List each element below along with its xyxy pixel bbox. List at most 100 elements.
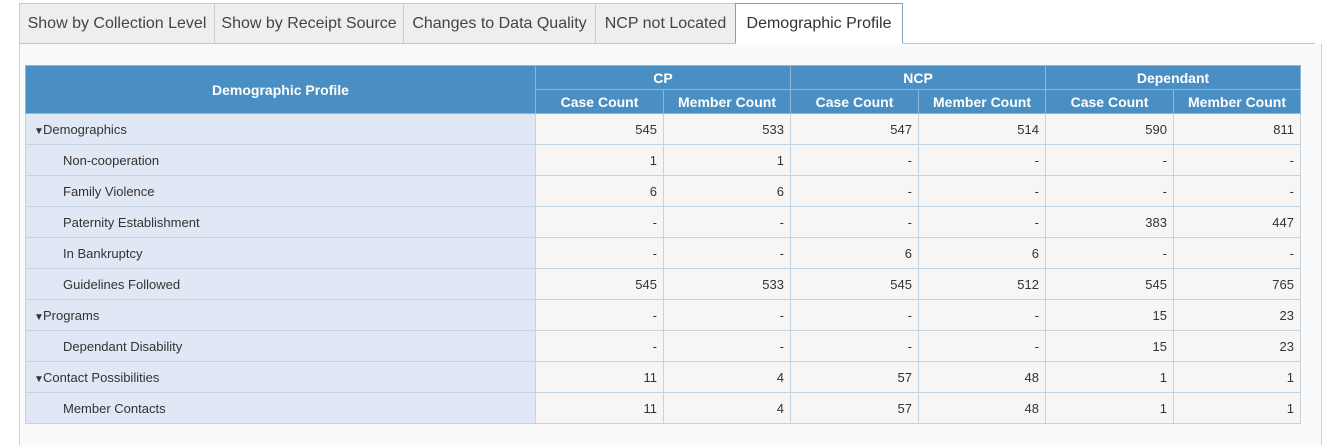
table-row: Family Violence 6 6- - - - xyxy=(25,175,1301,207)
table-body: ▼Demographics 545 533 547 514 590 811 Non-coope… xyxy=(25,113,1301,424)
table-cell: 590 xyxy=(1045,113,1174,145)
table-cell: 545 xyxy=(1045,268,1174,300)
table-cell: 512 xyxy=(918,268,1046,300)
table-cell: - xyxy=(918,175,1046,207)
column-header[interactable]: Case Count xyxy=(1045,89,1174,114)
table-row: In Bankruptcy - -6 6- - xyxy=(25,237,1301,269)
table-cell: - xyxy=(790,330,919,362)
row-label: Guidelines Followed xyxy=(25,268,536,300)
row-label-text: Dependant Disability xyxy=(63,338,183,354)
table-cell: 23 xyxy=(1173,330,1301,362)
table-row: ▼Contact Possibilities 11 4 57 48 1 1 xyxy=(25,361,1301,393)
group-header-dependant: Dependant xyxy=(1045,65,1301,90)
table-cell: 11 xyxy=(535,392,664,424)
table-cell: - xyxy=(790,175,919,207)
row-label-text: Contact Possibilities xyxy=(43,369,160,385)
table-row: Guidelines Followed 545 533 545 512 545 765 xyxy=(25,268,1301,300)
group-header-cp: CP xyxy=(535,65,791,90)
table-cell: - xyxy=(918,144,1046,176)
table-cell: 6 xyxy=(918,237,1046,269)
table-cell: 6 xyxy=(790,237,919,269)
column-header[interactable]: Member Count xyxy=(918,89,1046,114)
table-cell: 533 xyxy=(663,268,791,300)
column-header[interactable]: Case Count xyxy=(535,89,664,114)
row-label: Family Violence xyxy=(25,175,536,207)
table-cell: - xyxy=(663,237,791,269)
table-cell: 1 xyxy=(1173,392,1301,424)
table-cell: - xyxy=(1045,144,1174,176)
table-cell: - xyxy=(663,206,791,238)
table-cell: 545 xyxy=(535,113,664,145)
tab-bar: Show by Collection Level Show by Receipt… xyxy=(19,3,1315,44)
tab-ncp-not-located[interactable]: NCP not Located xyxy=(595,3,736,43)
table-row: Dependant Disability - - - -15 23 xyxy=(25,330,1301,362)
row-label[interactable]: ▼Demographics xyxy=(25,113,536,145)
row-label-text: Programs xyxy=(43,307,100,323)
table-row: Paternity Establishment - - - -383 447 xyxy=(25,206,1301,238)
row-label-text: Demographics xyxy=(43,121,127,137)
triangle-down-icon[interactable]: ▼ xyxy=(34,126,44,137)
row-label: Non-cooperation xyxy=(25,144,536,176)
table-row: ▼Demographics 545 533 547 514 590 811 xyxy=(25,113,1301,145)
table-cell: 1 xyxy=(535,144,664,176)
table-cell: - xyxy=(1045,237,1174,269)
table-cell: 15 xyxy=(1045,299,1174,331)
table-cell: 545 xyxy=(535,268,664,300)
table-cell: 57 xyxy=(790,361,919,393)
table-cell: - xyxy=(1173,175,1301,207)
column-header[interactable]: Case Count xyxy=(790,89,919,114)
table-row: Member Contacts 11 4 57 48 1 1 xyxy=(25,392,1301,424)
table-cell: 1 xyxy=(1173,361,1301,393)
row-label: Paternity Establishment xyxy=(25,206,536,238)
table-cell: - xyxy=(790,144,919,176)
row-label: Dependant Disability xyxy=(25,330,536,362)
demographic-profile-table: Demographic Profile CP NCP Dependant Cas… xyxy=(25,65,1301,424)
tab-changes-to-data-quality[interactable]: Changes to Data Quality xyxy=(403,3,596,43)
table-cell: - xyxy=(535,330,664,362)
group-header-ncp: NCP xyxy=(790,65,1046,90)
table-cell: 11 xyxy=(535,361,664,393)
table-cell: 1 xyxy=(1045,392,1174,424)
column-header[interactable]: Member Count xyxy=(1173,89,1301,114)
row-label-text: Paternity Establishment xyxy=(63,214,200,230)
row-label: Member Contacts xyxy=(25,392,536,424)
table-row: Non-cooperation 1 1- - - - xyxy=(25,144,1301,176)
table-cell: 4 xyxy=(663,361,791,393)
row-label-text: In Bankruptcy xyxy=(63,245,143,261)
table-cell: - xyxy=(535,206,664,238)
table-cell: - xyxy=(1173,144,1301,176)
table-cell: 1 xyxy=(1045,361,1174,393)
table-cell: - xyxy=(790,299,919,331)
table-cell: 57 xyxy=(790,392,919,424)
table-cell: 4 xyxy=(663,392,791,424)
tab-demographic-profile[interactable]: Demographic Profile xyxy=(735,3,903,44)
column-header[interactable]: Member Count xyxy=(663,89,791,114)
table-cell: 48 xyxy=(918,361,1046,393)
table-cell: 23 xyxy=(1173,299,1301,331)
table-cell: 1 xyxy=(663,144,791,176)
tab-show-by-receipt-source[interactable]: Show by Receipt Source xyxy=(214,3,404,43)
table-cell: 514 xyxy=(918,113,1046,145)
triangle-down-icon[interactable]: ▼ xyxy=(34,312,44,323)
table-cell: 383 xyxy=(1045,206,1174,238)
table-cell: - xyxy=(1173,237,1301,269)
tab-show-by-collection-level[interactable]: Show by Collection Level xyxy=(19,3,215,43)
table-cell: 6 xyxy=(663,175,791,207)
table-cell: 15 xyxy=(1045,330,1174,362)
table-cell: - xyxy=(918,299,1046,331)
table-cell: 545 xyxy=(790,268,919,300)
corner-header: Demographic Profile xyxy=(25,65,536,114)
table-cell: 547 xyxy=(790,113,919,145)
row-label[interactable]: ▼Programs xyxy=(25,299,536,331)
table-cell: 765 xyxy=(1173,268,1301,300)
table-cell: 447 xyxy=(1173,206,1301,238)
table-cell: - xyxy=(918,330,1046,362)
table-cell: - xyxy=(535,299,664,331)
triangle-down-icon[interactable]: ▼ xyxy=(34,374,44,385)
table-cell: - xyxy=(918,206,1046,238)
table-row: ▼Programs - - - -15 23 xyxy=(25,299,1301,331)
table-cell: - xyxy=(535,237,664,269)
row-label: In Bankruptcy xyxy=(25,237,536,269)
table-cell: 811 xyxy=(1173,113,1301,145)
row-label[interactable]: ▼Contact Possibilities xyxy=(25,361,536,393)
